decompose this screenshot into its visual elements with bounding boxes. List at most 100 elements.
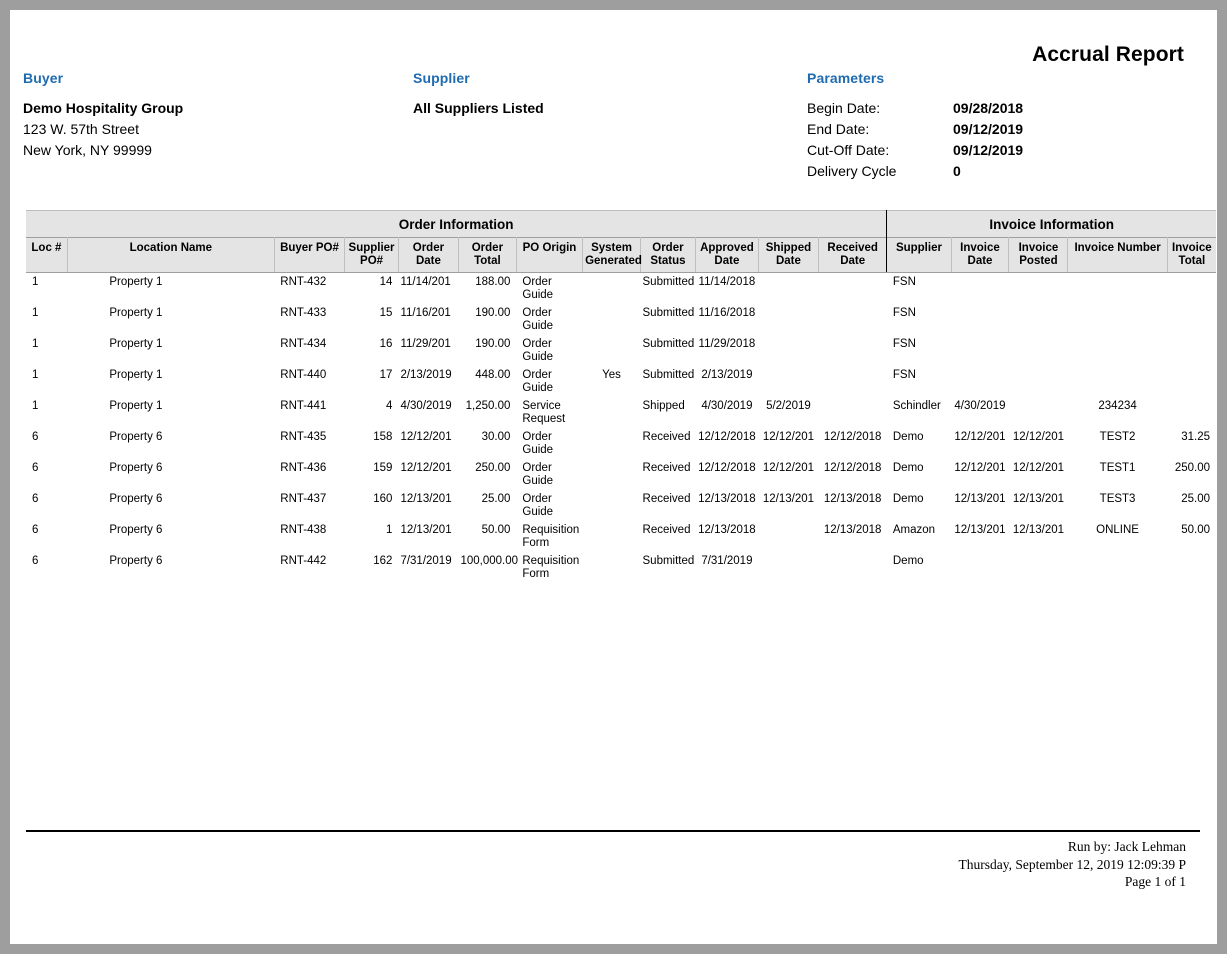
cell-received-date: 12/13/2018 [818,521,886,552]
table-group-header-row: Order Information Invoice Information [26,211,1216,238]
cell-loc: 1 [26,397,67,428]
parameter-key: Delivery Cycle [807,161,953,182]
cell-approved-date: 11/29/2018 [695,335,758,366]
cell-order-status: Received [641,490,696,521]
cell-order-total: 30.00 [458,428,516,459]
cell-supplier: Demo [887,459,951,490]
col-header-buyer-po[interactable]: Buyer PO# [274,238,344,273]
col-header-system-generated[interactable]: System Generated [583,238,641,273]
cell-po-origin: Order Guide [516,335,582,366]
table-row[interactable]: 6Property 6RNT-43515812/12/20130.00Order… [26,428,1216,459]
cell-po-origin: Order Guide [516,428,582,459]
cell-order-total: 448.00 [458,366,516,397]
cell-shipped-date: 12/12/201 [758,459,818,490]
cell-loc: 6 [26,521,67,552]
cell-supplier: Demo [887,428,951,459]
cell-order-date: 7/31/2019 [398,552,458,583]
cell-supplier-po: 16 [345,335,399,366]
cell-invoice-number: TEST2 [1068,428,1167,459]
cell-received-date: 12/12/2018 [818,428,886,459]
cell-order-date: 12/13/201 [398,490,458,521]
group-header-order-information: Order Information [26,211,887,238]
table-row[interactable]: 6Property 6RNT-43716012/13/20125.00Order… [26,490,1216,521]
table-row[interactable]: 1Property 1RNT-4331511/16/201190.00Order… [26,304,1216,335]
cell-invoice-posted [1009,335,1068,366]
cell-invoice-posted: 12/12/201 [1009,428,1068,459]
cell-location-name: Property 1 [67,304,274,335]
table-row[interactable]: 6Property 6RNT-438112/13/20150.00Requisi… [26,521,1216,552]
cell-po-origin: Order Guide [516,459,582,490]
cell-invoice-total [1167,366,1216,397]
col-header-invoice-posted[interactable]: Invoice Posted [1009,238,1068,273]
cell-location-name: Property 1 [67,366,274,397]
cell-approved-date: 11/16/2018 [695,304,758,335]
cell-invoice-posted [1009,304,1068,335]
cell-buyer-po: RNT-433 [274,304,344,335]
cell-supplier: FSN [887,304,951,335]
col-header-order-status[interactable]: Order Status [641,238,696,273]
col-header-order-date[interactable]: Order Date [398,238,458,273]
cell-order-status: Submitted [641,335,696,366]
cell-location-name: Property 1 [67,273,274,305]
table-row[interactable]: 1Property 1RNT-44144/30/20191,250.00Serv… [26,397,1216,428]
cell-approved-date: 2/13/2019 [695,366,758,397]
cell-system-generated [583,521,641,552]
col-header-supplier-po[interactable]: Supplier PO# [345,238,399,273]
cell-order-status: Submitted [641,273,696,305]
col-header-supplier[interactable]: Supplier [887,238,951,273]
table-row[interactable]: 1Property 1RNT-4321411/14/201188.00Order… [26,273,1216,305]
cell-po-origin: Order Guide [516,304,582,335]
table-row[interactable]: 6Property 6RNT-4421627/31/2019100,000.00… [26,552,1216,583]
cell-received-date: 12/12/2018 [818,459,886,490]
table-row[interactable]: 6Property 6RNT-43615912/12/201250.00Orde… [26,459,1216,490]
col-header-invoice-number[interactable]: Invoice Number [1068,238,1167,273]
footer-page-number: Page 1 of 1 [959,873,1186,891]
cell-invoice-posted [1009,366,1068,397]
col-header-invoice-date[interactable]: Invoice Date [951,238,1009,273]
cell-invoice-posted [1009,273,1068,305]
cell-system-generated: Yes [583,366,641,397]
cell-po-origin: Order Guide [516,273,582,305]
cell-po-origin: Requisition Form [516,521,582,552]
cell-order-date: 12/12/201 [398,459,458,490]
cell-received-date [818,273,886,305]
cell-system-generated [583,552,641,583]
cell-shipped-date [758,366,818,397]
cell-invoice-date [951,366,1009,397]
cell-system-generated [583,304,641,335]
cell-order-total: 1,250.00 [458,397,516,428]
cell-invoice-posted: 12/13/201 [1009,490,1068,521]
col-header-approved-date[interactable]: Approved Date [695,238,758,273]
cell-order-status: Submitted [641,304,696,335]
cell-invoice-total: 25.00 [1167,490,1216,521]
cell-po-origin: Order Guide [516,366,582,397]
cell-shipped-date [758,273,818,305]
cell-supplier: Amazon [887,521,951,552]
cell-received-date [818,552,886,583]
col-header-shipped-date[interactable]: Shipped Date [758,238,818,273]
cell-invoice-date [951,552,1009,583]
cell-location-name: Property 1 [67,397,274,428]
cell-order-date: 12/12/201 [398,428,458,459]
cell-supplier-po: 160 [345,490,399,521]
col-header-order-total[interactable]: Order Total [458,238,516,273]
cell-received-date [818,397,886,428]
table-row[interactable]: 1Property 1RNT-4341611/29/201190.00Order… [26,335,1216,366]
cell-supplier-po: 4 [345,397,399,428]
buyer-label: Buyer [23,70,183,86]
cell-invoice-total [1167,273,1216,305]
cell-location-name: Property 6 [67,521,274,552]
col-header-loc[interactable]: Loc # [26,238,67,273]
cell-buyer-po: RNT-436 [274,459,344,490]
cell-invoice-date [951,304,1009,335]
cell-order-date: 11/29/201 [398,335,458,366]
col-header-location-name[interactable]: Location Name [67,238,274,273]
col-header-invoice-total[interactable]: Invoice Total [1167,238,1216,273]
cell-approved-date: 11/14/2018 [695,273,758,305]
cell-loc: 6 [26,428,67,459]
col-header-received-date[interactable]: Received Date [818,238,886,273]
report-page: Accrual Report Buyer Demo Hospitality Gr… [10,10,1217,944]
col-header-po-origin[interactable]: PO Origin [516,238,582,273]
cell-order-status: Shipped [641,397,696,428]
table-row[interactable]: 1Property 1RNT-440172/13/2019448.00Order… [26,366,1216,397]
